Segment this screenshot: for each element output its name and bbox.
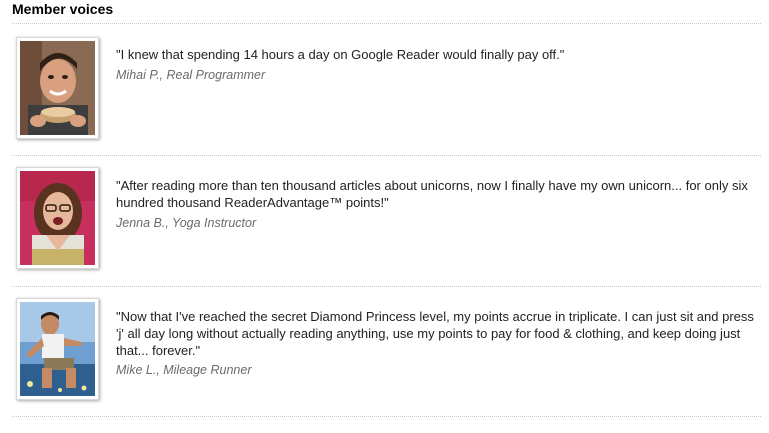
divider xyxy=(12,23,761,24)
member-photo xyxy=(16,298,99,400)
testimonial-quote: "Now that I've reached the secret Diamon… xyxy=(116,309,754,358)
testimonial-author: Mike L., Mileage Runner xyxy=(116,363,252,377)
testimonial-author: Jenna B., Yoga Instructor xyxy=(116,216,257,230)
divider xyxy=(12,286,761,287)
member-photo xyxy=(16,167,99,269)
testimonial-author: Mihai P., Real Programmer xyxy=(116,68,266,82)
testimonial-quote: "After reading more than ten thousand ar… xyxy=(116,178,748,210)
divider xyxy=(12,155,761,156)
member-photo-image xyxy=(20,171,95,265)
member-photo-image xyxy=(20,41,95,135)
testimonial-item: "I knew that spending 14 hours a day on … xyxy=(12,37,762,141)
testimonial-item: "After reading more than ten thousand ar… xyxy=(12,167,762,271)
member-photo-image xyxy=(20,302,95,396)
testimonial-quote: "I knew that spending 14 hours a day on … xyxy=(116,47,565,62)
section-title: Member voices xyxy=(12,1,114,17)
member-photo xyxy=(16,37,99,139)
testimonial-item: "Now that I've reached the secret Diamon… xyxy=(12,298,762,402)
divider xyxy=(12,416,761,417)
